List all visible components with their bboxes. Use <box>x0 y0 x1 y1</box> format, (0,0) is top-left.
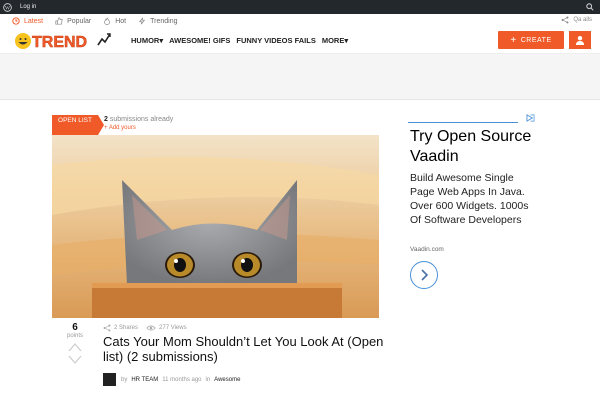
shares-stat: 2 Shares <box>103 324 138 332</box>
flame-icon <box>104 17 110 25</box>
plus-icon: + <box>510 34 517 46</box>
login-link[interactable]: Log in <box>20 4 36 10</box>
logo-text: TREND <box>32 34 87 51</box>
shares-count: 2 Shares <box>114 325 139 331</box>
clock-icon <box>12 17 20 25</box>
views-count: 277 Views <box>159 325 187 331</box>
search-icon[interactable] <box>586 3 594 11</box>
nav-hot-label: Hot <box>115 17 127 25</box>
in-label: in <box>205 376 211 383</box>
points-box: 6 points <box>52 322 98 339</box>
top-ad-area <box>0 54 600 100</box>
submissions-counter: 2 submissions already <box>104 116 173 123</box>
cat-photo <box>52 135 379 318</box>
ad-headline[interactable]: Try Open Source Vaadin <box>410 127 534 167</box>
eye-icon <box>146 325 156 331</box>
main-nav: HUMOR▾ AWESOME! GIFS FUNNY VIDEOS FAILS … <box>131 36 354 45</box>
lightning-icon <box>138 17 146 25</box>
create-label: CREATE <box>520 36 552 44</box>
views-stat: 277 Views <box>146 324 187 332</box>
nav-awesome-gifs[interactable]: AWESOME! GIFS <box>169 36 230 45</box>
ad-divider <box>408 122 518 123</box>
points-label: points <box>66 333 83 339</box>
site-header: TREND HUMOR▾ AWESOME! GIFS FUNNY VIDEOS … <box>0 28 600 54</box>
author-name[interactable]: HR TEAM <box>131 377 158 383</box>
nav-trending-label: Trending <box>150 17 178 25</box>
share-label: Qa alls <box>573 17 592 23</box>
nav-latest[interactable]: Latest <box>12 17 43 25</box>
upvote-icon[interactable] <box>68 342 82 352</box>
nav-trending[interactable]: Trending <box>138 17 178 25</box>
admin-bar: W Log in <box>0 0 600 14</box>
post-image[interactable] <box>52 135 379 318</box>
share-area[interactable]: Qa alls <box>561 16 592 24</box>
adchoices-icon[interactable] <box>526 114 535 122</box>
author-avatar[interactable] <box>103 373 116 386</box>
points-count: 6 <box>72 322 78 333</box>
secondary-nav: Latest Popular Hot Trending Qa alls <box>0 14 600 28</box>
post-byline: by HR TEAM 11 months ago in Awesome <box>103 373 244 386</box>
sidebar-ad[interactable]: Try Open Source Vaadin Build Awesome Sin… <box>408 113 536 303</box>
post-time: 11 months ago <box>162 376 202 383</box>
downvote-icon[interactable] <box>68 355 82 365</box>
site-logo[interactable]: TREND <box>14 31 112 51</box>
wordpress-icon[interactable]: W <box>0 0 14 14</box>
submissions-count: 2 <box>104 116 108 123</box>
nav-more[interactable]: MORE▾ <box>322 36 348 45</box>
share-icon <box>561 16 569 24</box>
user-button[interactable] <box>569 31 591 49</box>
nav-latest-label: Latest <box>24 17 44 25</box>
thumbs-up-icon <box>55 17 63 25</box>
ad-source[interactable]: Vaadin.com <box>410 246 444 253</box>
submissions-text: submissions already <box>109 116 174 123</box>
ad-body: Build Awesome Single Page Web Apps In Ja… <box>410 172 529 226</box>
add-yours-link[interactable]: + Add yours <box>104 125 136 131</box>
post-category[interactable]: Awesome <box>214 377 240 383</box>
nav-popular[interactable]: Popular <box>55 17 91 25</box>
post-title[interactable]: Cats Your Mom Shouldn’t Let You Look At … <box>103 334 393 364</box>
chevron-right-icon <box>421 269 429 281</box>
nav-popular-label: Popular <box>67 17 92 25</box>
open-list-badge: OPEN LIST <box>52 115 104 135</box>
create-button[interactable]: + CREATE <box>498 31 564 49</box>
nav-humor[interactable]: HUMOR▾ <box>131 36 163 45</box>
share-icon <box>103 324 111 332</box>
ad-go-button[interactable] <box>410 261 438 289</box>
user-icon <box>576 36 584 45</box>
post-meta: 2 Shares 277 Views <box>103 324 195 332</box>
nav-funny-videos-fails[interactable]: FUNNY VIDEOS FAILS <box>236 36 315 45</box>
nav-hot[interactable]: Hot <box>103 17 126 25</box>
